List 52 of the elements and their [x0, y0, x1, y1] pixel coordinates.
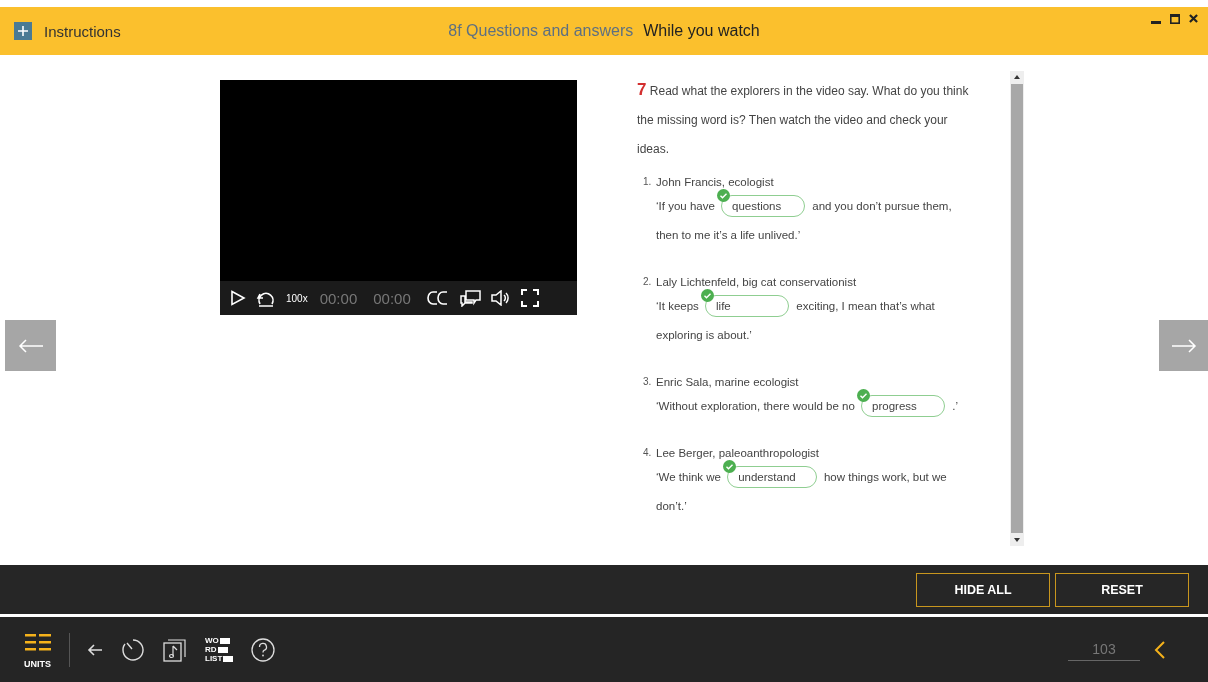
- right-arrow-icon: [1170, 338, 1197, 353]
- volume-icon[interactable]: [490, 290, 511, 306]
- music-note-icon[interactable]: [163, 637, 187, 662]
- maximize-icon[interactable]: [1170, 14, 1180, 24]
- play-icon[interactable]: [230, 290, 246, 306]
- quote-text: exciting, I mean that’s what: [796, 300, 935, 312]
- left-arrow-icon: [17, 338, 44, 353]
- item-number: 1.: [643, 175, 653, 189]
- speaker-name: John Francis, ecologist: [656, 175, 775, 190]
- item-number: 2.: [643, 275, 653, 289]
- quote-text: .’: [952, 400, 958, 412]
- speaker-name: Laly Lichtenfeld, big cat conservationist: [656, 275, 858, 290]
- quote-text: then to me it’s a life unlived.’: [656, 228, 802, 243]
- action-button[interactable]: RESET: [1055, 572, 1189, 607]
- section-title: While you watch: [643, 22, 760, 40]
- quote-text: exploring is about.’: [656, 328, 753, 343]
- back-arrow-icon[interactable]: [87, 642, 103, 657]
- close-icon[interactable]: [1189, 14, 1198, 23]
- item-number: 4.: [643, 446, 653, 460]
- scroll-up-icon[interactable]: [1014, 75, 1020, 79]
- quote-text: ‘It keeps: [656, 300, 699, 312]
- quote-text: and you don’t pursue them,: [812, 200, 952, 212]
- speaker-name: Lee Berger, paleoanthropologist: [656, 446, 821, 461]
- current-time: 00:00: [319, 289, 358, 307]
- unit-title: 8f Questions and answers: [448, 22, 634, 40]
- chevron-left-icon[interactable]: [1154, 639, 1166, 660]
- fullscreen-icon[interactable]: [520, 289, 539, 307]
- quote-text: how things work, but we: [823, 471, 947, 483]
- units-button[interactable]: UNITS: [24, 630, 51, 669]
- duration-time: 00:00: [373, 289, 411, 307]
- timer-icon[interactable]: [121, 637, 145, 662]
- plus-icon: [14, 22, 32, 40]
- exercise-instruction: 7 Read what the explorers in the video say. What do you think the missing word is? Then watch the video and check your ideas.: [637, 79, 970, 158]
- quote-text: ‘We think we: [656, 471, 721, 483]
- check-icon: [717, 189, 731, 202]
- item-number: 3.: [643, 375, 653, 389]
- instructions-button[interactable]: Instructions: [0, 22, 200, 40]
- help-icon[interactable]: [251, 637, 276, 662]
- speaker-name: Enric Sala, marine ecologist: [656, 375, 800, 390]
- speed-label[interactable]: 100x: [286, 292, 308, 304]
- check-icon: [723, 460, 737, 473]
- action-button[interactable]: HIDE ALL: [916, 572, 1050, 607]
- scrollbar[interactable]: [1010, 71, 1024, 546]
- quote-text: don’t.’: [656, 499, 688, 514]
- scroll-down-icon[interactable]: [1014, 538, 1020, 542]
- captions-icon[interactable]: [426, 290, 449, 306]
- check-icon: [701, 289, 715, 302]
- chat-bubbles-icon[interactable]: [458, 289, 481, 307]
- quote-text: ‘If you have: [656, 200, 715, 212]
- check-icon: [857, 389, 871, 402]
- word-list-button[interactable]: WO RD LIST: [205, 636, 234, 663]
- quote-text: ‘Without exploration, there would be no: [656, 400, 855, 412]
